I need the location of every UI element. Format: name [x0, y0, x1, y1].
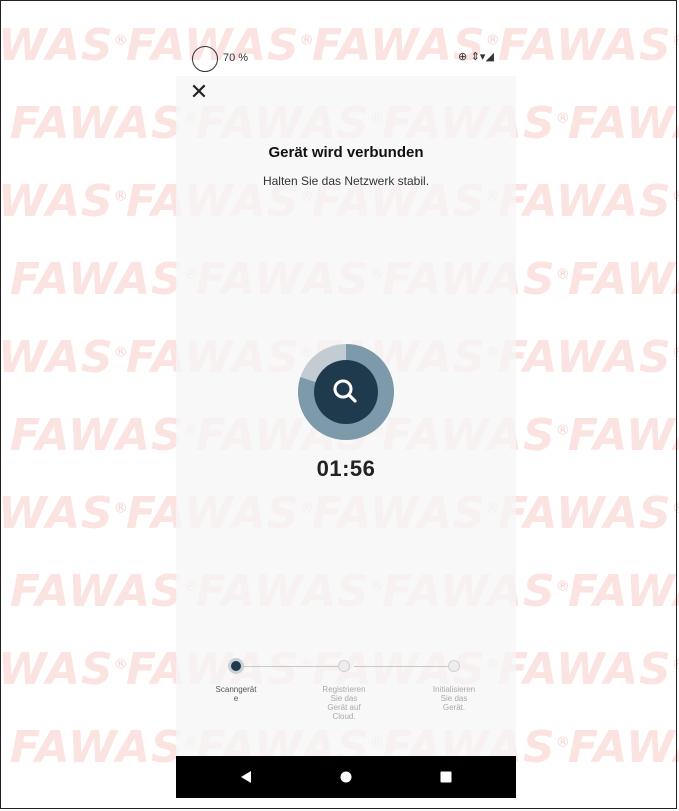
image-border	[0, 0, 677, 809]
